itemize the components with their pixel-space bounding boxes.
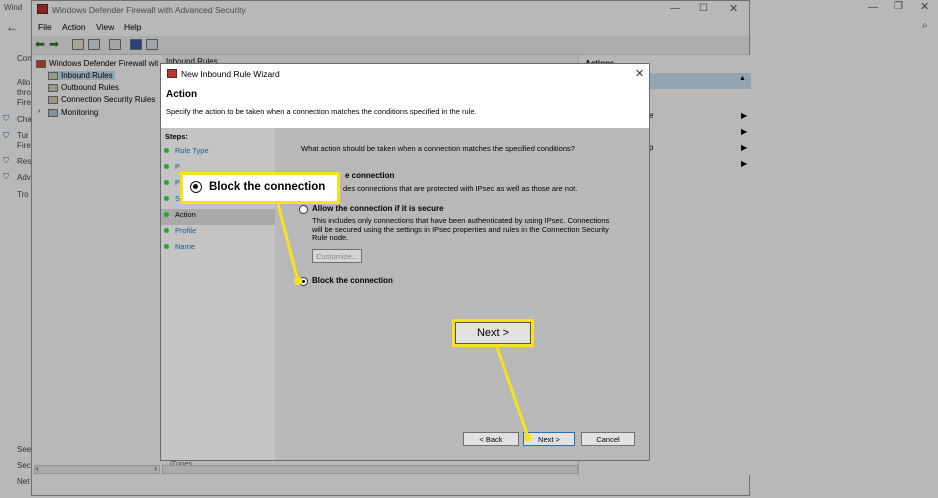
callout-block-label: Block the connection xyxy=(209,181,326,193)
callout-dot-block xyxy=(294,277,302,285)
callout-connector-lines xyxy=(276,203,530,438)
callout-dot-next xyxy=(524,434,532,442)
callout-next-label: Next > xyxy=(455,322,531,344)
callout-line-next xyxy=(495,346,530,438)
callout-line-block xyxy=(276,203,300,282)
callout-block-connection: Block the connection xyxy=(180,172,340,204)
radio-selected-icon xyxy=(190,181,202,193)
callout-next-button: Next > xyxy=(452,319,534,347)
